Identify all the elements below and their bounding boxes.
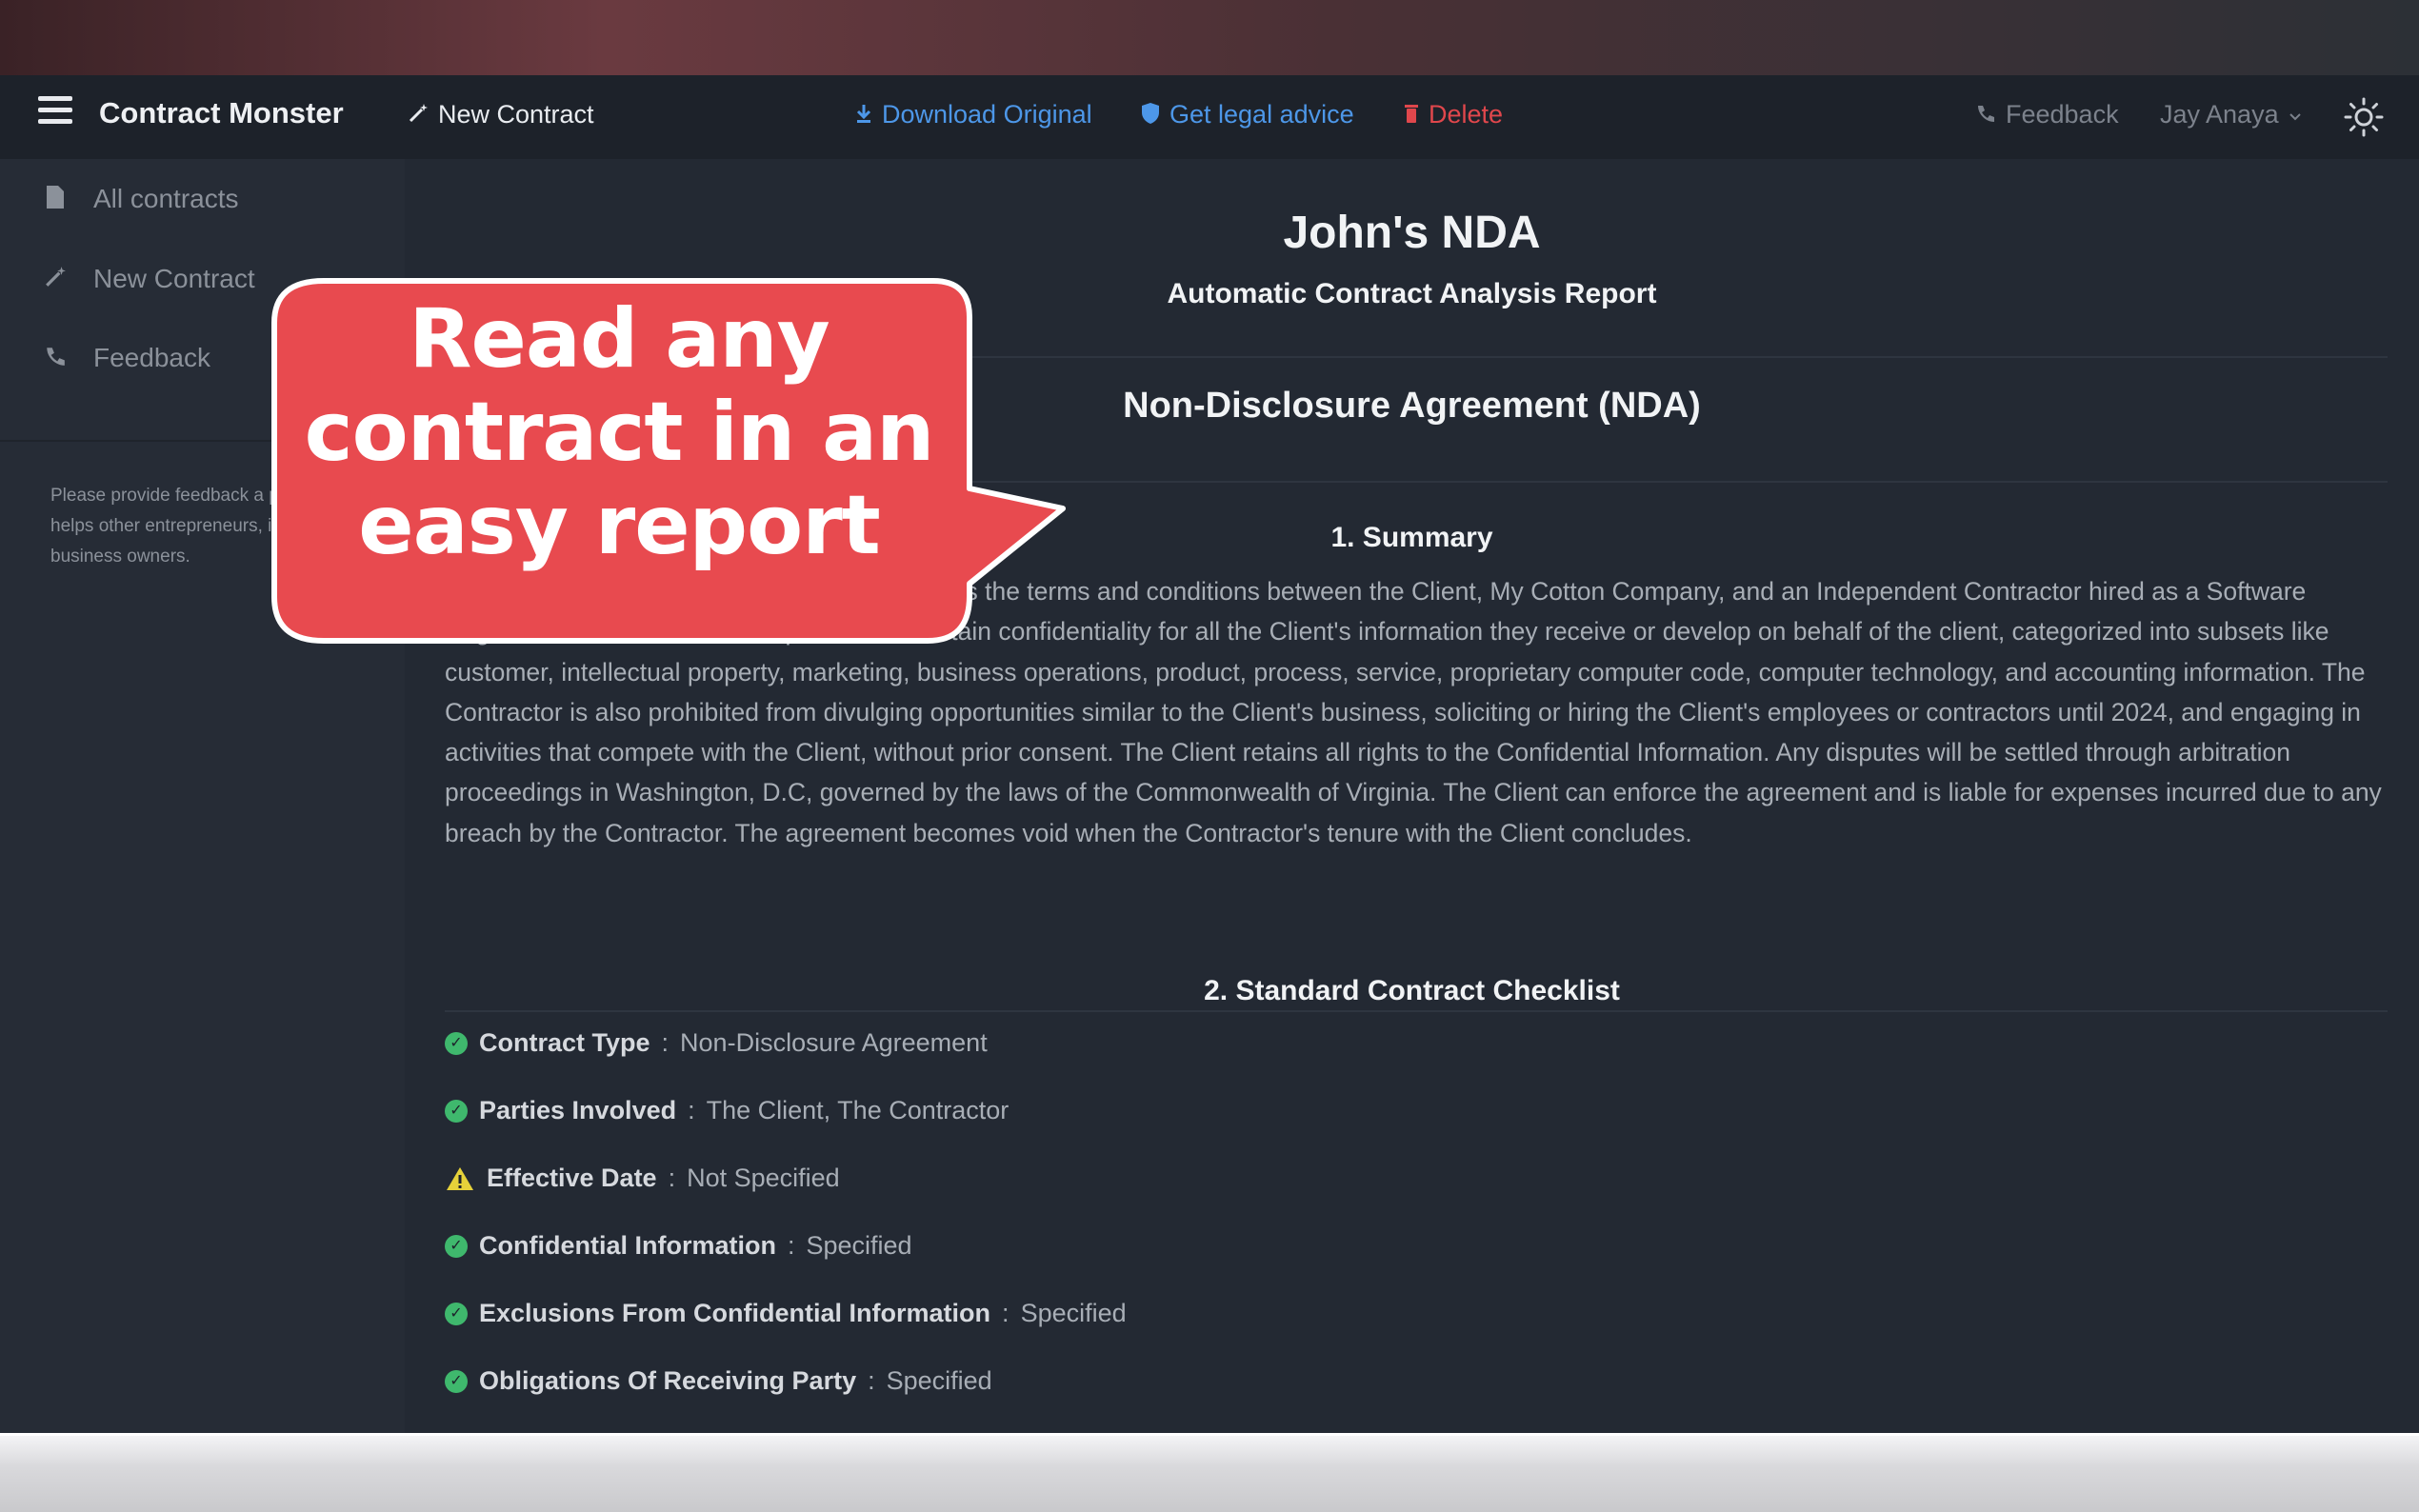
delete-button[interactable]: Delete [1404,100,1503,129]
window-top-strip [0,0,2419,75]
shield-icon [1141,102,1160,129]
callout-line: Read any [409,291,830,387]
sidebar-item-label: Feedback [93,343,210,372]
chevron-down-icon [2289,105,2302,126]
checklist-label: Obligations Of Receiving Party [479,1366,857,1395]
page-title: John's NDA [1283,208,1541,258]
sidebar-item-label: New Contract [93,264,255,293]
get-legal-advice-label: Get legal advice [1170,100,1354,129]
feedback-button[interactable]: Feedback [1975,100,2119,129]
download-original-label: Download Original [882,100,1092,129]
check-circle-icon: ✓ [445,1099,468,1123]
checklist-item: ✓ Confidential Information: Specified [445,1231,912,1261]
checklist-value: Specified [806,1231,912,1260]
check-circle-icon: ✓ [445,1031,468,1055]
download-original-button[interactable]: Download Original [855,100,1092,129]
checklist-label: Contract Type [479,1028,650,1057]
theme-toggle-sun-icon[interactable] [2343,96,2385,138]
new-contract-label: New Contract [438,100,594,129]
checklist-item: Effective Date: Not Specified [445,1164,840,1193]
checklist-value: Non-Disclosure Agreement [680,1028,988,1057]
checklist-item: ✓ Exclusions From Confidential Informati… [445,1299,1127,1328]
check-circle-icon: ✓ [445,1369,468,1393]
checklist-label: Parties Involved [479,1096,677,1124]
magic-wand-icon [408,103,429,128]
new-contract-button[interactable]: New Contract [408,100,594,129]
download-icon [855,103,872,128]
callout-text: Read any contract in an easy report [276,292,962,572]
phone-icon [42,345,69,372]
checklist-item: ✓ Obligations Of Receiving Party: Specif… [445,1366,992,1396]
callout-line: easy report [358,478,880,573]
document-icon [42,185,69,214]
divider [445,1010,2388,1012]
checklist-item: ✓ Contract Type: Non-Disclosure Agreemen… [445,1028,988,1058]
phone-icon [1975,103,1996,128]
feedback-label: Feedback [2006,100,2119,129]
get-legal-advice-button[interactable]: Get legal advice [1141,100,1354,129]
window-bottom-strip [0,1433,2419,1512]
checklist-value: The Client, The Contractor [706,1096,1010,1124]
magic-wand-icon [42,266,69,293]
checklist-label: Effective Date [487,1164,657,1192]
app-window: Contract Monster New Contract Download O… [0,75,2419,1433]
trash-icon [1404,103,1419,128]
check-circle-icon: ✓ [445,1302,468,1325]
top-navbar: Contract Monster New Contract Download O… [0,75,2419,159]
checklist-label: Confidential Information [479,1231,776,1260]
hamburger-menu-icon[interactable] [38,96,72,129]
sidebar-item-label: All contracts [93,184,239,213]
delete-label: Delete [1429,100,1504,129]
checklist-label: Exclusions From Confidential Information [479,1299,991,1327]
check-circle-icon: ✓ [445,1234,468,1258]
checklist-heading: 2. Standard Contract Checklist [1204,975,1620,1006]
user-menu[interactable]: Jay Anaya [2160,100,2302,129]
checklist-value: Specified [886,1366,992,1395]
checklist-value: Specified [1020,1299,1127,1327]
user-name: Jay Anaya [2160,100,2279,129]
warning-triangle-icon [445,1165,475,1192]
sidebar-item-feedback[interactable]: Feedback [42,343,210,373]
checklist-value: Not Specified [687,1164,840,1192]
sidebar-item-new-contract[interactable]: New Contract [42,264,255,294]
callout-line: contract in an [304,385,935,480]
checklist-item: ✓ Parties Involved: The Client, The Cont… [445,1096,1009,1125]
brand-title: Contract Monster [99,96,344,129]
sidebar-item-all-contracts[interactable]: All contracts [42,184,239,214]
